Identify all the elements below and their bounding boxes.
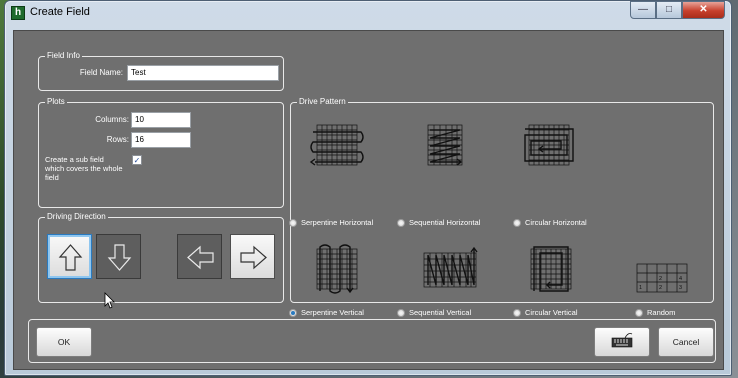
field-info-group: Field Info Field Name: Test [38, 50, 284, 91]
field-name-label: Field Name: [79, 68, 123, 77]
subfield-label: Create a sub field which covers the whol… [45, 155, 123, 182]
columns-label: Columns: [95, 115, 129, 124]
app-icon: h [11, 6, 25, 20]
arrow-right-icon [240, 245, 267, 270]
random-diagram[interactable]: 2 4 1 2 3 [631, 258, 691, 298]
sequential-vertical-label: Sequential Vertical [409, 308, 472, 317]
random-number: 2 [659, 276, 662, 282]
create-field-dialog: h Create Field — □ ✕ Field Info Field Na… [4, 0, 732, 376]
cancel-button[interactable]: Cancel [658, 327, 714, 357]
drive-pattern-legend: Drive Pattern [297, 96, 348, 108]
field-name-input[interactable]: Test [127, 65, 279, 81]
serpentine-vertical-diagram[interactable] [307, 243, 367, 295]
dialog-content: Field Info Field Name: Test Plots Column… [13, 30, 724, 370]
drive-pattern-group: Drive Pattern Serpentine Horizontal Sequ… [289, 96, 714, 317]
serpentine-horizontal-diagram[interactable] [307, 121, 367, 169]
direction-down-button[interactable] [96, 234, 141, 279]
keyboard-button[interactable] [594, 327, 650, 357]
mouse-cursor-icon [104, 292, 115, 309]
rows-label: Rows: [106, 135, 129, 144]
columns-input[interactable]: 10 [131, 112, 191, 128]
circular-horizontal-label: Circular Horizontal [525, 218, 587, 227]
circular-vertical-label: Circular Vertical [525, 308, 578, 317]
arrow-left-icon [187, 245, 214, 270]
ok-button[interactable]: OK [36, 327, 92, 357]
window-title: Create Field [30, 6, 90, 18]
circular-vertical-radio[interactable] [513, 309, 521, 317]
field-info-legend: Field Info [45, 50, 82, 62]
sequential-horizontal-diagram[interactable] [416, 121, 476, 169]
sequential-horizontal-label: Sequential Horizontal [409, 218, 481, 227]
keyboard-icon [611, 333, 633, 348]
serpentine-vertical-label: Serpentine Vertical [301, 308, 364, 317]
subfield-checkbox[interactable]: ✓ [132, 155, 142, 165]
serpentine-vertical-radio[interactable] [289, 309, 297, 317]
sequential-horizontal-radio[interactable] [397, 219, 405, 227]
rows-input[interactable]: 16 [131, 132, 191, 148]
random-number: 2 [659, 285, 662, 291]
circular-vertical-diagram[interactable] [521, 243, 581, 295]
random-number: 3 [679, 285, 682, 291]
plots-group: Plots Columns: 10 Rows: 16 Create a sub … [38, 96, 284, 208]
title-bar[interactable]: h Create Field — □ ✕ [5, 1, 731, 27]
plots-legend: Plots [45, 96, 67, 108]
serpentine-horizontal-radio[interactable] [289, 219, 297, 227]
random-label: Random [647, 308, 676, 317]
circular-horizontal-radio[interactable] [513, 219, 521, 227]
circular-horizontal-diagram[interactable] [519, 121, 579, 169]
random-radio[interactable] [635, 309, 643, 317]
serpentine-horizontal-label: Serpentine Horizontal [301, 218, 374, 227]
driving-direction-legend: Driving Direction [45, 211, 108, 223]
close-button[interactable]: ✕ [682, 1, 725, 19]
arrow-up-icon [58, 244, 83, 271]
direction-up-button[interactable] [47, 234, 92, 279]
direction-right-button[interactable] [230, 234, 275, 279]
sequential-vertical-diagram[interactable] [416, 243, 486, 295]
sequential-vertical-radio[interactable] [397, 309, 405, 317]
driving-direction-group: Driving Direction [38, 211, 284, 303]
direction-left-button[interactable] [177, 234, 222, 279]
random-number: 1 [639, 285, 642, 291]
minimize-button[interactable]: — [630, 1, 656, 19]
random-number: 4 [679, 276, 682, 282]
maximize-button[interactable]: □ [656, 1, 682, 19]
arrow-down-icon [107, 244, 132, 271]
